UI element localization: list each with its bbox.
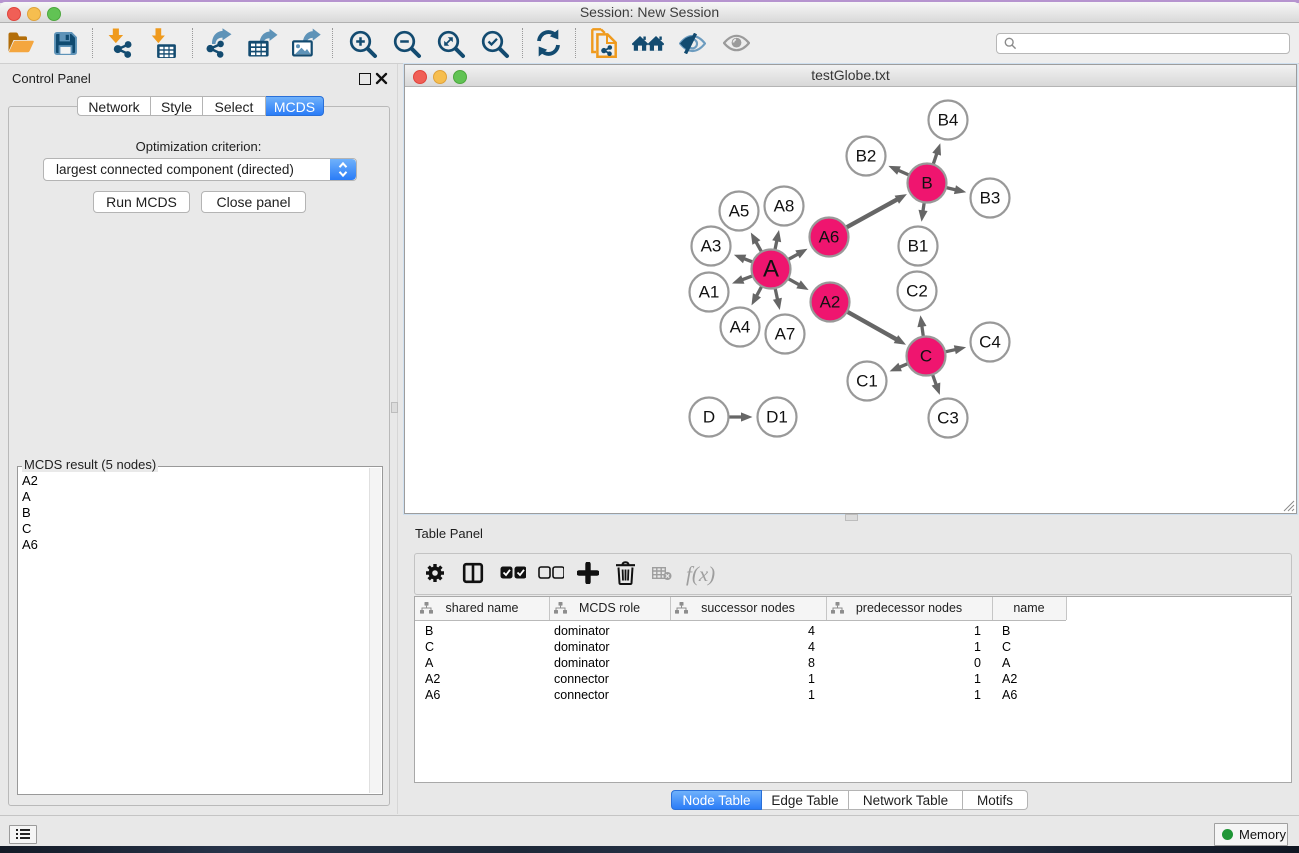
svg-text:C4: C4 [979, 333, 1001, 352]
svg-text:A3: A3 [701, 237, 722, 256]
svg-text:D1: D1 [766, 408, 788, 427]
svg-text:C1: C1 [856, 372, 878, 391]
svg-text:B2: B2 [856, 147, 877, 166]
svg-text:C3: C3 [937, 409, 959, 428]
svg-text:B4: B4 [938, 111, 959, 130]
svg-text:A1: A1 [699, 283, 720, 302]
svg-text:A7: A7 [775, 325, 796, 344]
svg-text:B1: B1 [908, 237, 929, 256]
svg-text:A5: A5 [729, 202, 750, 221]
svg-text:C: C [920, 347, 932, 366]
svg-text:A2: A2 [820, 293, 841, 312]
svg-text:C2: C2 [906, 282, 928, 301]
svg-text:A8: A8 [774, 197, 795, 216]
svg-text:B: B [921, 174, 932, 193]
svg-text:B3: B3 [980, 189, 1001, 208]
svg-text:A6: A6 [819, 228, 840, 247]
svg-text:A: A [763, 256, 779, 283]
svg-text:D: D [703, 408, 715, 427]
svg-text:A4: A4 [730, 318, 751, 337]
